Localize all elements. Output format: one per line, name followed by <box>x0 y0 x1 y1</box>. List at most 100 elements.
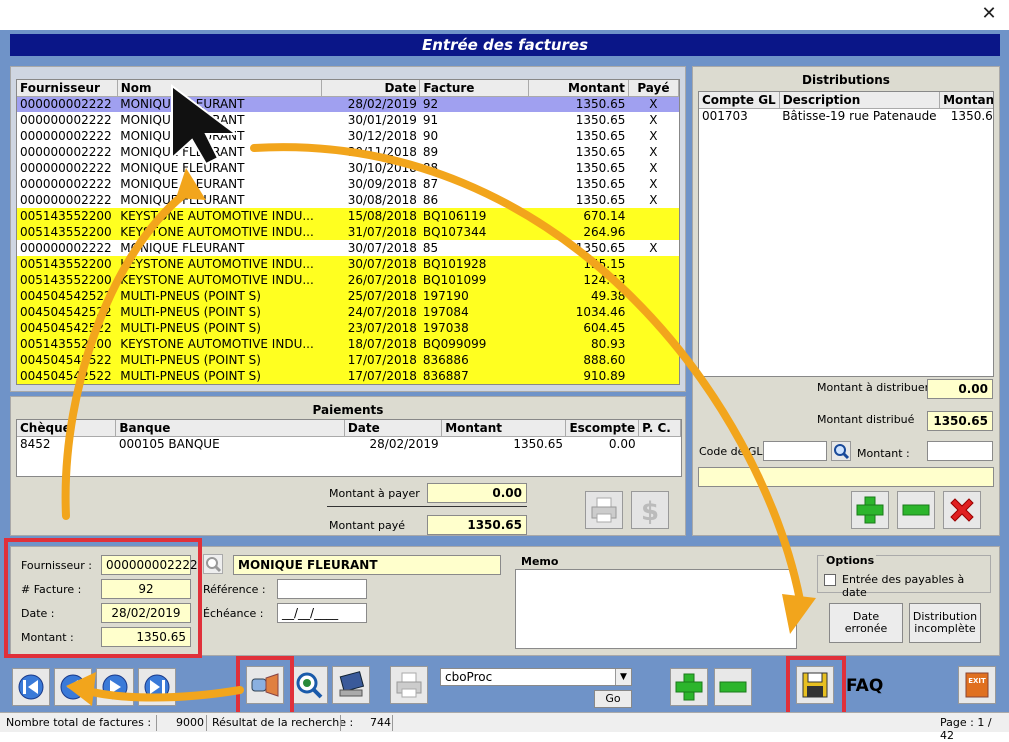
table-cell: 17/07/2018 <box>321 352 420 368</box>
distribution-incomplete-button[interactable]: Distribution incomplète <box>909 603 981 643</box>
invoices-panel: Fournisseur Nom Date Facture Montant Payé 000… <box>10 66 686 392</box>
view-button[interactable] <box>290 666 328 704</box>
nav-next-button[interactable] <box>96 668 134 706</box>
globe-next-icon <box>102 674 128 700</box>
a-distribuer-label: Montant à distribuer <box>817 381 930 394</box>
table-cell: 004504542522 <box>17 320 118 336</box>
column-header: Nom <box>117 80 323 97</box>
table-cell: MONIQUE FLEURANT <box>117 96 322 112</box>
table-cell: 30/10/2018 <box>347 161 417 175</box>
invoice-row[interactable]: 005143552200 KEYSTONE AUTOMOTIVE INDU... 3… <box>17 224 679 240</box>
table-cell: 1350.65 <box>575 161 626 175</box>
table-cell: 85 <box>422 241 439 255</box>
table-cell: 28/02/2019 <box>369 437 439 452</box>
payment-button[interactable]: $ <box>631 491 669 529</box>
invoice-row[interactable]: 000000002222 MONIQUE FLEURANT 30/12/2018 90… <box>17 128 679 144</box>
computer-button[interactable] <box>332 666 370 704</box>
payables-checkbox-label: Entrée des payables à date <box>842 573 965 599</box>
invoice-row[interactable]: 004504542522 MULTI-PNEUS (POINT S) 17/07/2… <box>17 352 679 368</box>
reference-label: Référence : <box>203 583 266 596</box>
a-distribuer-field: 0.00 <box>927 379 993 399</box>
nav-prev-button[interactable] <box>54 668 92 706</box>
close-button[interactable]: ✕ <box>977 4 1001 24</box>
table-cell: 004504542522 <box>17 304 118 320</box>
search-gl-button[interactable] <box>831 441 851 461</box>
exit-sign-text: EXIT <box>968 677 986 685</box>
table-cell: 000000002222 <box>17 96 118 112</box>
payables-checkbox[interactable] <box>824 574 836 586</box>
invoice-row[interactable]: 005143552200 KEYSTONE AUTOMOTIVE INDU... 1… <box>17 208 679 224</box>
table-cell: BQ107344 <box>419 224 529 240</box>
column-header: Date <box>344 420 443 437</box>
computer-icon <box>339 671 365 697</box>
add-distribution-button[interactable] <box>851 491 889 529</box>
invoice-row[interactable]: 004504542522 MULTI-PNEUS (POINT S) 17/07/2… <box>17 368 679 384</box>
column-header: Montant <box>528 80 629 97</box>
remove-distribution-button[interactable] <box>897 491 935 529</box>
distributions-panel: Distributions Compte GL Description Montan… <box>692 66 1000 536</box>
nav-last-button[interactable] <box>138 668 176 706</box>
chevron-down-icon[interactable]: ▼ <box>615 669 631 685</box>
remove-invoice-button[interactable] <box>714 668 752 706</box>
dist-montant-input[interactable] <box>927 441 993 461</box>
invoice-row[interactable]: 000000002222 MONIQUE FLEURANT 30/07/2018 85… <box>17 240 679 256</box>
table-cell: 30/11/2018 <box>347 145 417 159</box>
invoice-row[interactable]: 005143552200 KEYSTONE AUTOMOTIVE INDU... 1… <box>17 336 679 352</box>
exit-button[interactable]: EXIT <box>958 666 996 704</box>
invoice-row[interactable]: 005143552200 KEYSTONE AUTOMOTIVE INDU... 2… <box>17 272 679 288</box>
code-gl-input[interactable] <box>763 441 827 461</box>
table-cell: 1350.65 <box>575 145 626 159</box>
invoice-row[interactable]: 000000002222 MONIQUE FLEURANT 30/11/2018 89… <box>17 144 679 160</box>
add-invoice-button[interactable] <box>670 668 708 706</box>
table-cell: 25/07/2018 <box>321 288 420 304</box>
total-value: 9000 <box>176 716 204 729</box>
table-cell <box>628 288 679 304</box>
paye-label: Montant payé <box>329 519 406 532</box>
table-cell: 17/07/2018 <box>321 368 420 384</box>
echeance-label: Échéance : <box>203 607 264 620</box>
nav-first-button[interactable] <box>12 668 50 706</box>
invoice-row[interactable]: 004504542522 MULTI-PNEUS (POINT S) 23/07/2… <box>17 320 679 336</box>
invoice-row[interactable]: 004504542522 MULTI-PNEUS (POINT S) 24/07/2… <box>17 304 679 320</box>
title-bar: ✕ <box>0 0 1009 30</box>
table-cell: BQ101099 <box>419 272 529 288</box>
table-cell: 1350.65 <box>575 177 626 191</box>
date-erronee-button[interactable]: Date erronée <box>829 603 903 643</box>
highlight-box-save <box>786 656 846 716</box>
faq-button[interactable]: FAQ <box>846 676 883 696</box>
delete-distribution-button[interactable] <box>943 491 981 529</box>
invoices-table: Fournisseur Nom Date Facture Montant Payé 000… <box>17 80 679 384</box>
options-label: Options <box>824 554 877 567</box>
invoice-row[interactable]: 000000002222 MONIQUE FLEURANT 30/10/2018 88… <box>17 160 679 176</box>
invoice-row[interactable]: 000000002222 MONIQUE FLEURANT 30/01/2019 91… <box>17 112 679 128</box>
invoice-row[interactable]: 004504542522 MULTI-PNEUS (POINT S) 25/07/2… <box>17 288 679 304</box>
table-cell: 005143552200 <box>17 256 118 272</box>
procedure-select[interactable]: cboProc ▼ <box>440 668 632 686</box>
go-button[interactable]: Go <box>594 690 632 708</box>
print-cheque-button[interactable] <box>585 491 623 529</box>
print-button[interactable] <box>390 666 428 704</box>
table-cell: X <box>649 193 658 207</box>
table-cell: 90 <box>422 129 439 143</box>
distributions-grid: Compte GLDescriptionMontant 001703 Bâtiss… <box>698 91 994 377</box>
table-cell: 92 <box>419 96 529 112</box>
table-cell: 000000002222 <box>20 193 112 207</box>
invoice-row[interactable]: 005143552200 KEYSTONE AUTOMOTIVE INDU... 3… <box>17 256 679 272</box>
payment-row[interactable]: 8452 000105 BANQUE 28/02/2019 1350.65 0.00 <box>17 436 681 452</box>
invoice-row[interactable]: 000000002222 MONIQUE FLEURANT 30/09/2018 87… <box>17 176 679 192</box>
invoice-row[interactable]: 000000002222 MONIQUE FLEURANT 30/08/2018 86… <box>17 192 679 208</box>
reference-input[interactable] <box>277 579 367 599</box>
echeance-input[interactable]: __/__/____ <box>277 603 367 623</box>
table-cell: 000105 BANQUE <box>118 437 220 452</box>
memo-textarea[interactable] <box>515 569 797 649</box>
table-cell: 000000002222 <box>20 113 112 127</box>
table-cell: X <box>649 145 658 159</box>
table-cell: 004504542522 <box>17 352 118 368</box>
search-supplier-button[interactable] <box>203 554 223 574</box>
table-cell: 1034.46 <box>528 304 629 320</box>
invoice-row[interactable]: 000000002222 MONIQUE FLEURANT 28/02/2019 92… <box>17 96 679 112</box>
distribution-row[interactable]: 001703 Bâtisse-19 rue Patenaude 1350.65 <box>699 108 993 124</box>
table-cell: 28/02/2019 <box>321 96 420 112</box>
table-cell: MONIQUE FLEURANT <box>120 113 245 127</box>
table-cell: MONIQUE FLEURANT <box>120 145 245 159</box>
